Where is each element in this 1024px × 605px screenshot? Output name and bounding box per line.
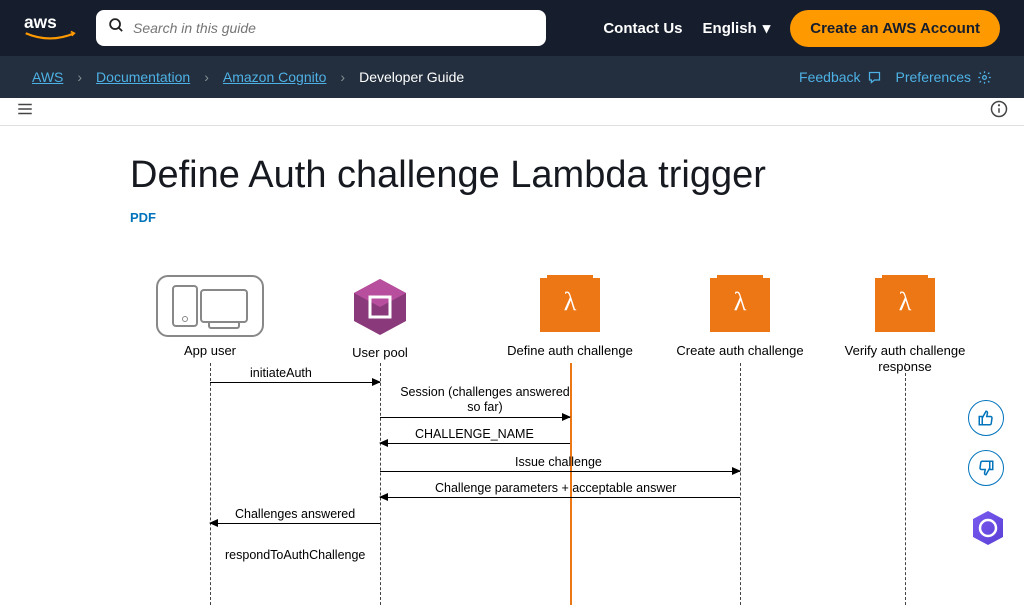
arrow: [380, 471, 740, 472]
menu-icon[interactable]: [16, 100, 34, 123]
arrow: [380, 497, 740, 498]
actor-define-challenge: λ Define auth challenge: [490, 275, 650, 359]
arrow: [210, 523, 380, 524]
msg-challenges-answered: Challenges answered: [235, 507, 355, 521]
user-pool-icon: [348, 275, 412, 339]
lifeline: [740, 363, 741, 605]
thumbs-up-button[interactable]: [968, 400, 1004, 436]
contact-us-link[interactable]: Contact Us: [603, 20, 682, 37]
chevron-right-icon: ›: [204, 69, 209, 85]
main-content: Define Auth challenge Lambda trigger PDF…: [0, 126, 1024, 576]
msg-respond: respondToAuthChallenge: [225, 548, 365, 562]
lifeline: [905, 363, 906, 605]
info-icon[interactable]: [990, 100, 1008, 123]
lambda-icon: λ: [540, 275, 600, 337]
sequence-diagram: App user User pool λ Define auth challen…: [130, 275, 1024, 605]
msg-challenge-name: CHALLENGE_NAME: [415, 427, 534, 441]
app-user-icon: [156, 275, 264, 337]
assistant-button[interactable]: [968, 508, 1008, 548]
breadcrumb-service[interactable]: Amazon Cognito: [223, 69, 327, 85]
breadcrumb-documentation[interactable]: Documentation: [96, 69, 190, 85]
search-input[interactable]: [133, 20, 534, 36]
lambda-icon: λ: [875, 275, 935, 337]
preferences-link[interactable]: Preferences: [896, 69, 992, 85]
actor-verify-challenge: λ Verify auth challenge response: [830, 275, 980, 376]
create-account-button[interactable]: Create an AWS Account: [790, 10, 1000, 47]
msg-issue-challenge: Issue challenge: [515, 455, 602, 469]
breadcrumb-current: Developer Guide: [359, 69, 464, 85]
arrow: [380, 417, 570, 418]
language-selector[interactable]: English ▾: [703, 19, 771, 37]
lifeline: [210, 363, 211, 605]
actor-user-pool: User pool: [330, 275, 430, 361]
arrow: [380, 443, 570, 444]
search-box[interactable]: [96, 10, 546, 46]
page-title: Define Auth challenge Lambda trigger: [130, 154, 1024, 197]
chevron-right-icon: ›: [340, 69, 345, 85]
lambda-icon: λ: [710, 275, 770, 337]
floating-actions: [968, 400, 1008, 548]
actor-app-user: App user: [150, 275, 270, 359]
breadcrumb-bar: AWS › Documentation › Amazon Cognito › D…: [0, 56, 1024, 98]
thumbs-down-button[interactable]: [968, 450, 1004, 486]
lifeline: [380, 363, 381, 605]
feedback-link[interactable]: Feedback: [799, 69, 881, 85]
msg-session: Session (challenges answered so far): [400, 385, 570, 415]
search-icon: [108, 17, 125, 39]
pdf-link[interactable]: PDF: [130, 210, 156, 225]
msg-initiate-auth: initiateAuth: [250, 366, 312, 380]
actor-create-challenge: λ Create auth challenge: [670, 275, 810, 359]
msg-challenge-params: Challenge parameters + acceptable answer: [435, 481, 676, 495]
chevron-right-icon: ›: [77, 69, 82, 85]
breadcrumb-aws[interactable]: AWS: [32, 69, 63, 85]
top-header: aws Contact Us English ▾ Create an AWS A…: [0, 0, 1024, 56]
chevron-down-icon: ▾: [763, 19, 771, 37]
svg-text:aws: aws: [24, 12, 57, 32]
aws-logo[interactable]: aws: [24, 12, 76, 44]
arrow: [210, 382, 380, 383]
sub-header: [0, 98, 1024, 126]
language-label: English: [703, 20, 757, 37]
